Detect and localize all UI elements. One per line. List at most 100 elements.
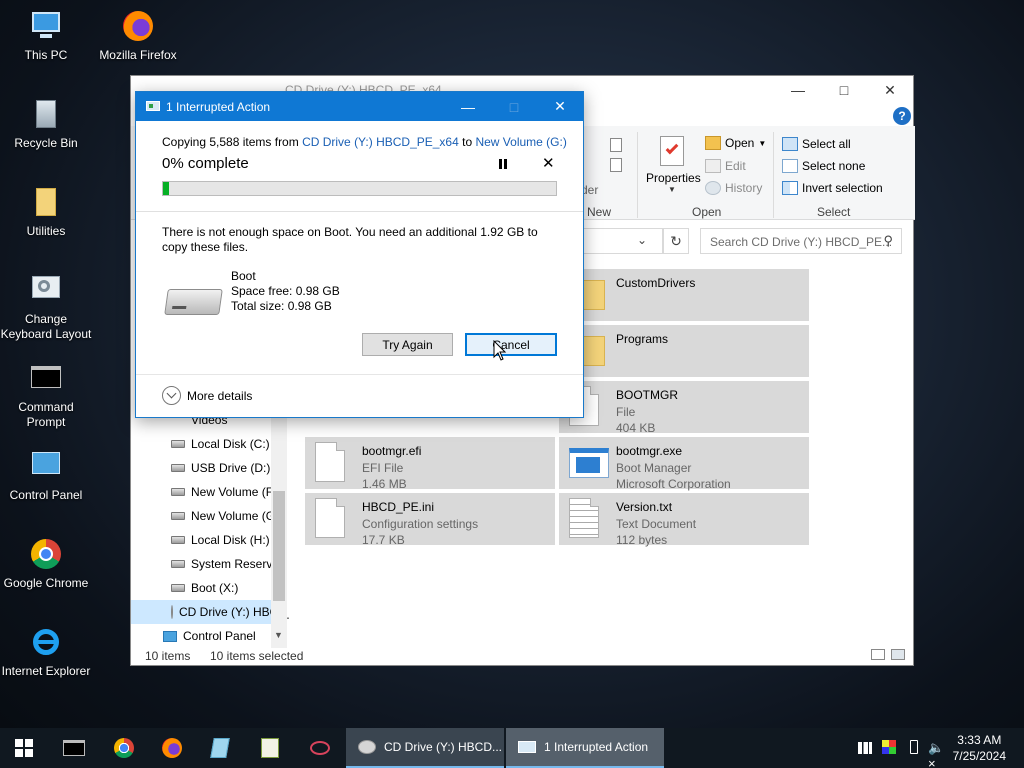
desktop-icon-internet-explorer[interactable]: Internet Explorer <box>0 624 92 679</box>
drive-icon <box>171 512 185 520</box>
settings-file-icon <box>315 498 349 540</box>
nav-item-label: New Volume (F:) <box>191 485 281 499</box>
select-none-label: Select none <box>802 159 866 173</box>
file-type: Configuration settings <box>362 517 479 531</box>
desktop-icon-control-panel[interactable]: Control Panel <box>0 448 92 503</box>
progress-bar <box>162 181 557 196</box>
cd-drive-icon <box>358 740 376 754</box>
usb-icon[interactable] <box>906 740 922 756</box>
nav-item-label: Boot (X:) <box>191 581 239 595</box>
desktop-icon-label: Utilities <box>26 224 66 238</box>
try-again-button[interactable]: Try Again <box>362 333 453 356</box>
minimize-icon: — <box>461 98 475 115</box>
minimize-button[interactable]: — <box>445 92 491 121</box>
edit-button[interactable]: Edit <box>705 159 746 173</box>
minimize-button[interactable]: — <box>775 76 821 104</box>
new-item-icon[interactable] <box>606 136 626 174</box>
desktop-icon-chrome[interactable]: Google Chrome <box>0 536 92 591</box>
history-label: History <box>725 181 763 195</box>
file-tile[interactable]: HBCD_PE.ini Configuration settings 17.7 … <box>305 493 555 547</box>
properties-button[interactable]: Properties ▼ <box>646 136 701 194</box>
nav-scrollbar[interactable]: ▼ <box>271 396 287 648</box>
tiles-view-icon[interactable] <box>891 649 905 660</box>
desktop-icon-keyboard-layout[interactable]: Change Keyboard Layout <box>0 272 92 342</box>
file-type: Text Document <box>616 517 697 531</box>
open-button[interactable]: Open ▼ <box>705 136 766 150</box>
scissors-icon <box>310 741 330 755</box>
taskbar-firefox[interactable] <box>148 728 196 768</box>
network-icon[interactable] <box>858 740 874 756</box>
destination-link[interactable]: New Volume (G:) <box>475 135 566 149</box>
source-link[interactable]: CD Drive (Y:) HBCD_PE_x64 <box>302 135 459 149</box>
help-icon[interactable]: ? <box>893 107 911 125</box>
drive-icon <box>171 488 185 496</box>
cancel-copy-icon[interactable]: ✕ <box>542 154 555 172</box>
firefox-icon <box>120 8 156 44</box>
select-none-button[interactable]: Select none <box>782 159 865 173</box>
taskbar-snipping-tool[interactable] <box>296 728 344 768</box>
dialog-footer: More details <box>136 374 583 418</box>
file-tile[interactable]: BOOTMGR File 404 KB <box>559 381 809 435</box>
properties-icon <box>660 136 684 166</box>
invert-selection-button[interactable]: Invert selection <box>782 181 883 195</box>
taskbar-notepad[interactable] <box>196 728 244 768</box>
history-button[interactable]: History <box>705 181 762 195</box>
error-message: There is not enough space on Boot. You n… <box>162 225 538 254</box>
desktop-icon-this-pc[interactable]: This PC <box>0 8 92 63</box>
file-tile[interactable]: Programs <box>559 325 809 377</box>
taskbar-app-copy-dialog[interactable]: 1 Interrupted Action <box>506 728 664 768</box>
taskbar-chrome[interactable] <box>100 728 148 768</box>
address-bar[interactable]: ⌄ <box>581 228 663 254</box>
percent-complete: 0% complete <box>162 155 249 172</box>
nav-item-label: Control Panel <box>183 629 256 643</box>
terminal-icon <box>28 360 64 396</box>
desktop-icon-command-prompt[interactable]: Command Prompt <box>0 360 92 430</box>
pause-icon[interactable] <box>499 159 507 169</box>
clock-time: 3:33 AM <box>957 733 1002 747</box>
select-none-icon <box>782 159 798 173</box>
select-all-button[interactable]: Select all <box>782 137 851 151</box>
desktop-icon-recycle-bin[interactable]: Recycle Bin <box>0 96 92 151</box>
refresh-button[interactable]: ↻ <box>663 228 689 254</box>
scrollbar-thumb[interactable] <box>273 491 285 601</box>
start-button[interactable] <box>0 728 48 768</box>
close-button[interactable]: ✕ <box>867 76 913 104</box>
close-button[interactable]: ✕ <box>537 92 583 121</box>
dialog-title: 1 Interrupted Action <box>166 100 271 114</box>
invert-selection-icon <box>782 181 798 195</box>
more-details-link[interactable]: More details <box>187 389 252 403</box>
file-name: BOOTMGR <box>616 388 678 402</box>
taskbar-app-explorer[interactable]: CD Drive (Y:) HBCD... <box>346 728 504 768</box>
chevron-down-icon[interactable]: ▼ <box>274 630 283 640</box>
firefox-icon <box>162 738 182 758</box>
file-tile[interactable]: bootmgr.efi EFI File 1.46 MB <box>305 437 555 491</box>
search-icon: ⚲ <box>883 233 893 248</box>
expand-details-icon[interactable] <box>162 386 181 405</box>
file-tile[interactable]: Version.txt Text Document 112 bytes <box>559 493 809 547</box>
search-input[interactable]: Search CD Drive (Y:) HBCD_PE... ⚲ <box>700 228 902 254</box>
cd-drive-icon <box>171 605 173 619</box>
system-clock[interactable]: 3:33 AM 7/25/2024 <box>953 732 1006 764</box>
speaker-muted-icon[interactable]: 🔈× <box>928 740 944 768</box>
details-view-icon[interactable] <box>871 649 885 660</box>
display-icon[interactable] <box>882 740 898 756</box>
file-tile[interactable]: CustomDrivers <box>559 269 809 321</box>
file-tile[interactable]: bootmgr.exe Boot Manager Microsoft Corpo… <box>559 437 809 491</box>
cancel-button[interactable]: Cancel <box>465 333 557 356</box>
maximize-button[interactable]: □ <box>821 76 867 104</box>
file-name: HBCD_PE.ini <box>362 500 435 514</box>
taskbar-task-manager[interactable] <box>246 728 294 768</box>
file-size: 112 bytes <box>616 533 668 547</box>
select-all-label: Select all <box>802 137 851 151</box>
hard-drive-icon <box>164 289 223 315</box>
desktop-icon-utilities[interactable]: Utilities <box>0 184 92 239</box>
internet-explorer-icon <box>28 624 64 660</box>
maximize-icon: □ <box>839 82 849 98</box>
file-type: Boot Manager <box>616 461 692 475</box>
nav-item-control-panel[interactable]: Control Panel <box>163 629 281 643</box>
selected-count: 10 items selected <box>210 649 304 663</box>
taskbar-command-prompt[interactable] <box>50 728 98 768</box>
desktop-icon-firefox[interactable]: Mozilla Firefox <box>92 8 184 63</box>
copy-icon <box>518 741 536 753</box>
drive-name: Boot <box>231 269 256 283</box>
